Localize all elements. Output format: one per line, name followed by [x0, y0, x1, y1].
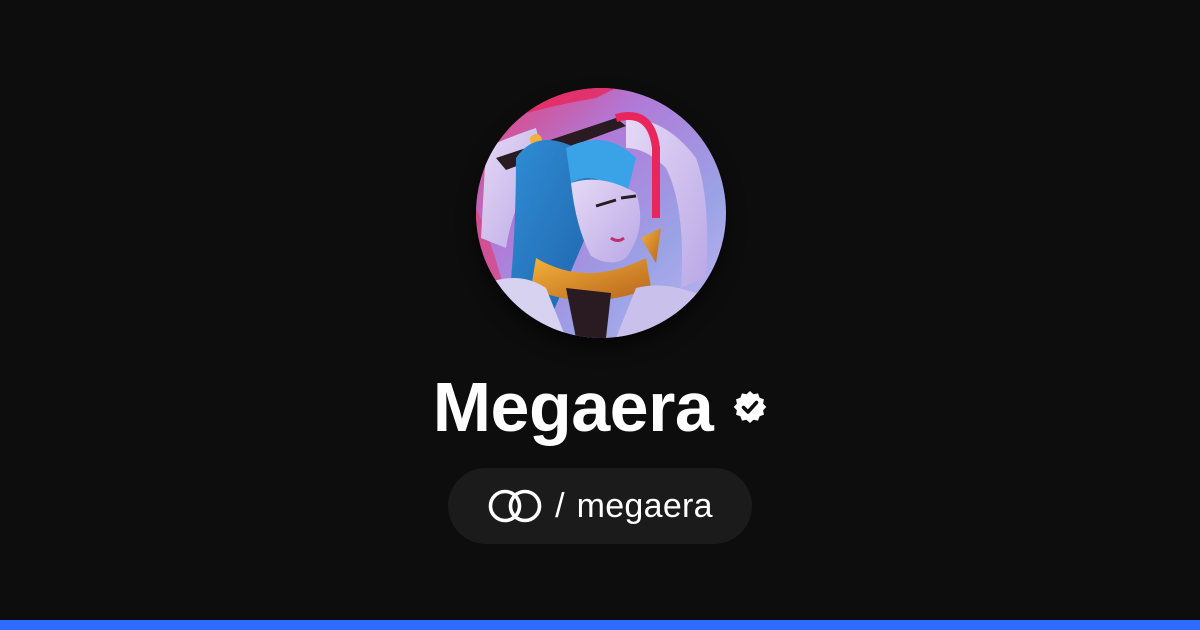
avatar-illustration	[476, 88, 726, 338]
avatar[interactable]	[476, 88, 726, 338]
accent-bar	[0, 620, 1200, 630]
verified-check-icon	[733, 390, 767, 424]
linked-rings-logo-icon	[487, 488, 543, 524]
handle-link[interactable]: / megaera	[448, 468, 752, 544]
handle-text: megaera	[576, 486, 713, 525]
name-row: Megaera	[0, 362, 1200, 452]
display-name: Megaera	[432, 368, 714, 446]
profile-card: Megaera / megaera	[0, 0, 1200, 630]
handle-separator: /	[555, 486, 565, 525]
